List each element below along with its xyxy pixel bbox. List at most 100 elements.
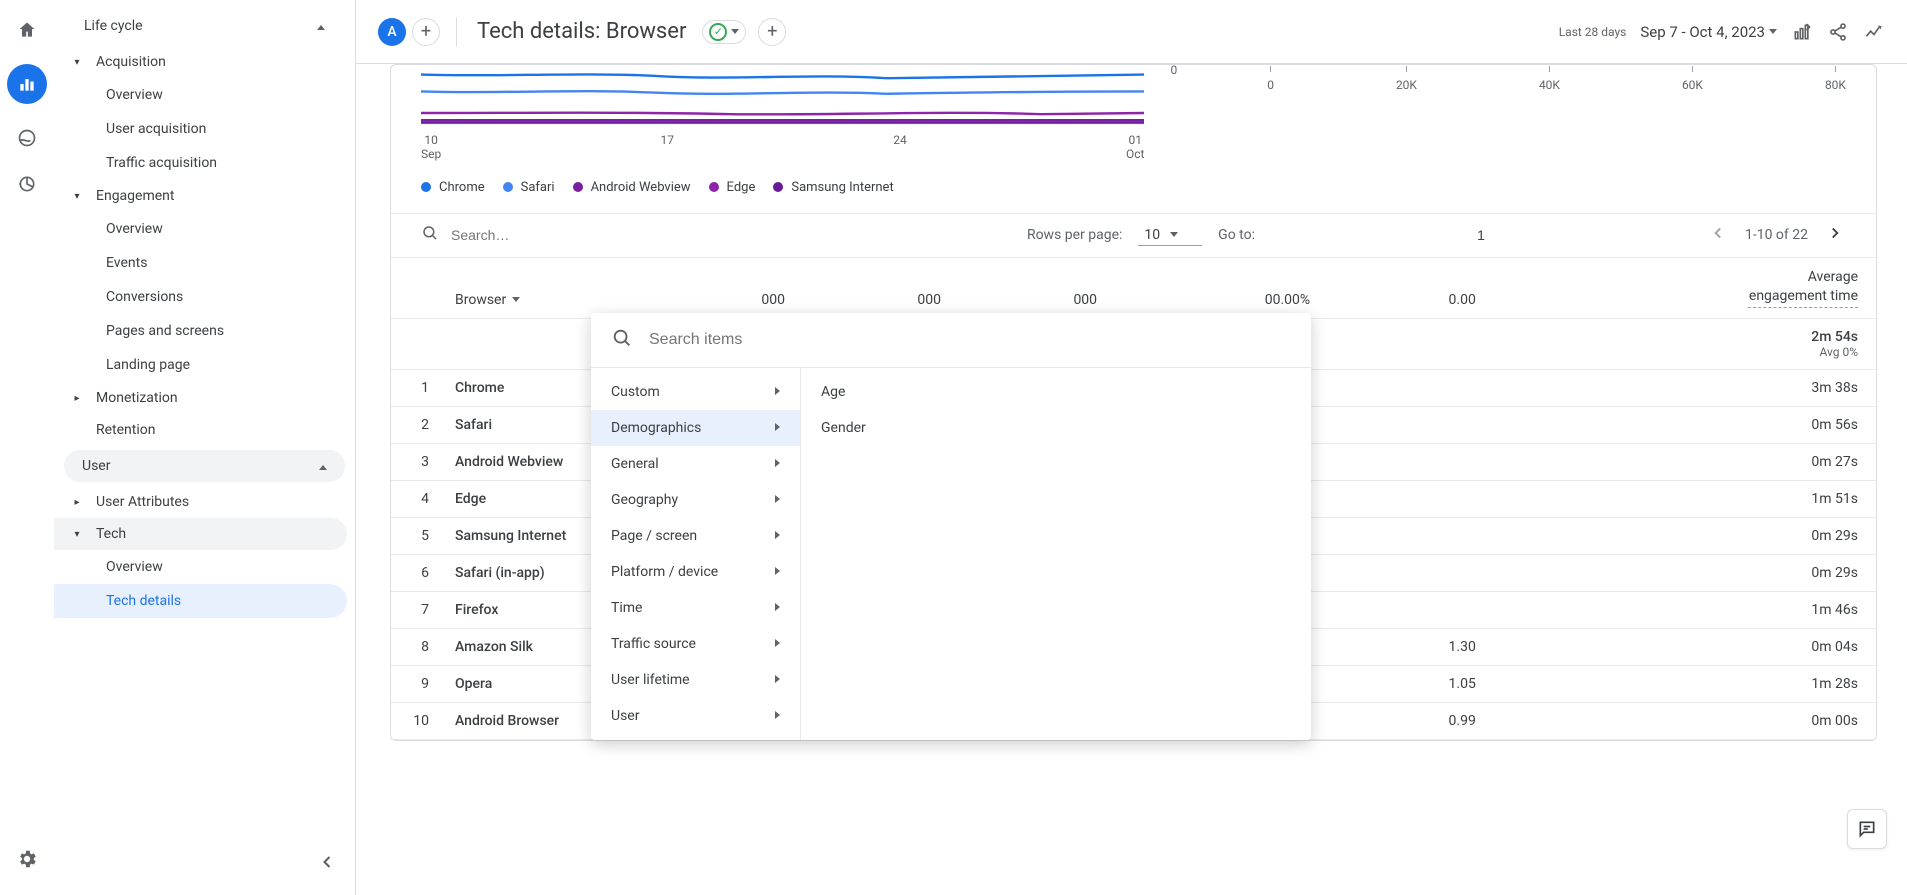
- popover-category-item[interactable]: Demographics: [591, 410, 800, 446]
- rows-per-page-select[interactable]: 10: [1138, 225, 1202, 246]
- feedback-fab[interactable]: [1847, 809, 1887, 849]
- sidebar-group-label-text: Tech: [96, 526, 126, 542]
- row-c5: [1328, 480, 1494, 517]
- sidebar-item-eng-overview[interactable]: Overview: [54, 212, 355, 246]
- table-header-browser[interactable]: Browser: [437, 258, 647, 318]
- bar-axis-tick: 0: [1267, 66, 1274, 92]
- legend-color-dot: [421, 182, 431, 192]
- popover-category-item[interactable]: User lifetime: [591, 662, 800, 698]
- sidebar-section-life-cycle[interactable]: Life cycle: [64, 10, 345, 42]
- line-chart-svg: [421, 65, 1144, 125]
- sidebar-group-acquisition[interactable]: ▾ Acquisition: [54, 46, 355, 78]
- share-icon[interactable]: [1827, 21, 1849, 43]
- popover-category-item[interactable]: Time: [591, 590, 800, 626]
- legend-item[interactable]: Safari: [503, 180, 555, 195]
- page-title: Tech details: Browser: [473, 19, 690, 44]
- sidebar: Life cycle ▾ Acquisition Overview User a…: [54, 0, 356, 895]
- legend-item[interactable]: Samsung Internet: [773, 180, 893, 195]
- sidebar-item-tech-overview[interactable]: Overview: [54, 550, 355, 584]
- sidebar-item-landing-page[interactable]: Landing page: [54, 348, 355, 382]
- search-icon: [611, 327, 633, 353]
- chevron-right-icon: [775, 423, 780, 434]
- icon-rail: [0, 0, 54, 895]
- popover-category-label: General: [611, 456, 659, 472]
- popover-search-row: [591, 313, 1311, 368]
- chevron-right-icon: [775, 531, 780, 542]
- rows-per-page-label: Rows per page:: [1027, 227, 1122, 243]
- advertising-icon[interactable]: [15, 172, 39, 196]
- table-search-input[interactable]: [451, 227, 871, 243]
- reports-icon[interactable]: [7, 64, 47, 104]
- customize-report-icon[interactable]: [1791, 21, 1813, 43]
- sidebar-item-traffic-acquisition[interactable]: Traffic acquisition: [54, 146, 355, 180]
- sidebar-group-monetization[interactable]: ▸ Monetization: [54, 382, 355, 414]
- row-index: 3: [391, 443, 437, 480]
- goto-input[interactable]: [1271, 225, 1691, 245]
- row-index: 4: [391, 480, 437, 517]
- row-avg-engagement: 1m 28s: [1494, 665, 1876, 702]
- chart-x-tick: 17: [660, 133, 674, 162]
- sidebar-item-acq-overview[interactable]: Overview: [54, 78, 355, 112]
- sidebar-section-label: User: [82, 458, 110, 474]
- collapse-sidebar-button[interactable]: [317, 852, 337, 877]
- popover-category-item[interactable]: Traffic source: [591, 626, 800, 662]
- table-header-avg-engagement[interactable]: Average engagement time: [1494, 258, 1876, 318]
- popover-category-item[interactable]: Page / screen: [591, 518, 800, 554]
- row-index: 8: [391, 628, 437, 665]
- row-avg-engagement: 0m 00s: [1494, 702, 1876, 739]
- chart-zero-label: 0: [1144, 64, 1207, 77]
- sidebar-item-tech-details[interactable]: Tech details: [54, 584, 347, 618]
- popover-category-item[interactable]: User: [591, 698, 800, 734]
- dimension-picker-popover: CustomDemographics General GeographyPage /…: [591, 313, 1311, 740]
- rows-per-page-value: 10: [1144, 227, 1160, 243]
- caret-down-icon: [731, 29, 739, 34]
- sidebar-group-label-text: User Attributes: [96, 494, 189, 510]
- sidebar-item-user-acquisition[interactable]: User acquisition: [54, 112, 355, 146]
- report-avatar[interactable]: A: [378, 18, 406, 46]
- sidebar-section-user[interactable]: User: [64, 450, 345, 482]
- popover-category-item[interactable]: Geography: [591, 482, 800, 518]
- chart-x-ticks: 10Sep172401Oct: [421, 129, 1144, 162]
- row-avg-engagement: 0m 29s: [1494, 554, 1876, 591]
- sidebar-group-label-text: Acquisition: [96, 54, 166, 70]
- caret-right-icon: ▸: [68, 393, 86, 404]
- status-pill[interactable]: ✓: [702, 20, 746, 44]
- popover-option-item[interactable]: Age: [801, 374, 1291, 410]
- popover-category-item[interactable]: Custom: [591, 374, 800, 410]
- popover-option-item[interactable]: Gender: [801, 410, 1291, 446]
- next-page-button[interactable]: [1824, 224, 1846, 247]
- explore-icon[interactable]: [15, 126, 39, 150]
- popover-category-label: User: [611, 708, 639, 724]
- browser-header-label: Browser: [455, 292, 506, 308]
- goto-label: Go to:: [1218, 227, 1255, 243]
- sidebar-group-user-attributes[interactable]: ▸ User Attributes: [54, 486, 355, 518]
- sidebar-item-conversions[interactable]: Conversions: [54, 280, 355, 314]
- line-chart: 10Sep172401Oct: [421, 65, 1144, 162]
- sidebar-group-engagement[interactable]: ▾ Engagement: [54, 180, 355, 212]
- legend-item[interactable]: Edge: [709, 180, 756, 195]
- add-comparison-button[interactable]: +: [758, 18, 786, 46]
- sidebar-group-tech[interactable]: ▾ Tech: [54, 518, 347, 550]
- check-icon: ✓: [709, 23, 727, 41]
- home-icon[interactable]: [15, 18, 39, 42]
- prev-page-button[interactable]: [1707, 224, 1729, 247]
- legend-color-dot: [773, 182, 783, 192]
- caret-down-icon: ▾: [68, 57, 86, 68]
- insights-icon[interactable]: [1863, 21, 1885, 43]
- sidebar-group-label-text: Monetization: [96, 390, 178, 406]
- sidebar-item-retention[interactable]: Retention: [54, 414, 355, 446]
- popover-category-item[interactable]: Platform / device: [591, 554, 800, 590]
- add-report-button[interactable]: +: [412, 18, 440, 46]
- admin-gear-icon[interactable]: [15, 847, 39, 871]
- legend-item[interactable]: Chrome: [421, 180, 485, 195]
- legend-item[interactable]: Android Webview: [573, 180, 691, 195]
- legend-color-dot: [503, 182, 513, 192]
- row-c5: [1328, 443, 1494, 480]
- popover-search-input[interactable]: [649, 331, 1291, 349]
- popover-category-item[interactable]: General: [591, 446, 800, 482]
- sidebar-item-pages-screens[interactable]: Pages and screens: [54, 314, 355, 348]
- row-index: 1: [391, 369, 437, 406]
- sidebar-item-events[interactable]: Events: [54, 246, 355, 280]
- caret-down-icon: ▾: [68, 191, 86, 202]
- date-range-picker[interactable]: Sep 7 - Oct 4, 2023: [1640, 23, 1777, 41]
